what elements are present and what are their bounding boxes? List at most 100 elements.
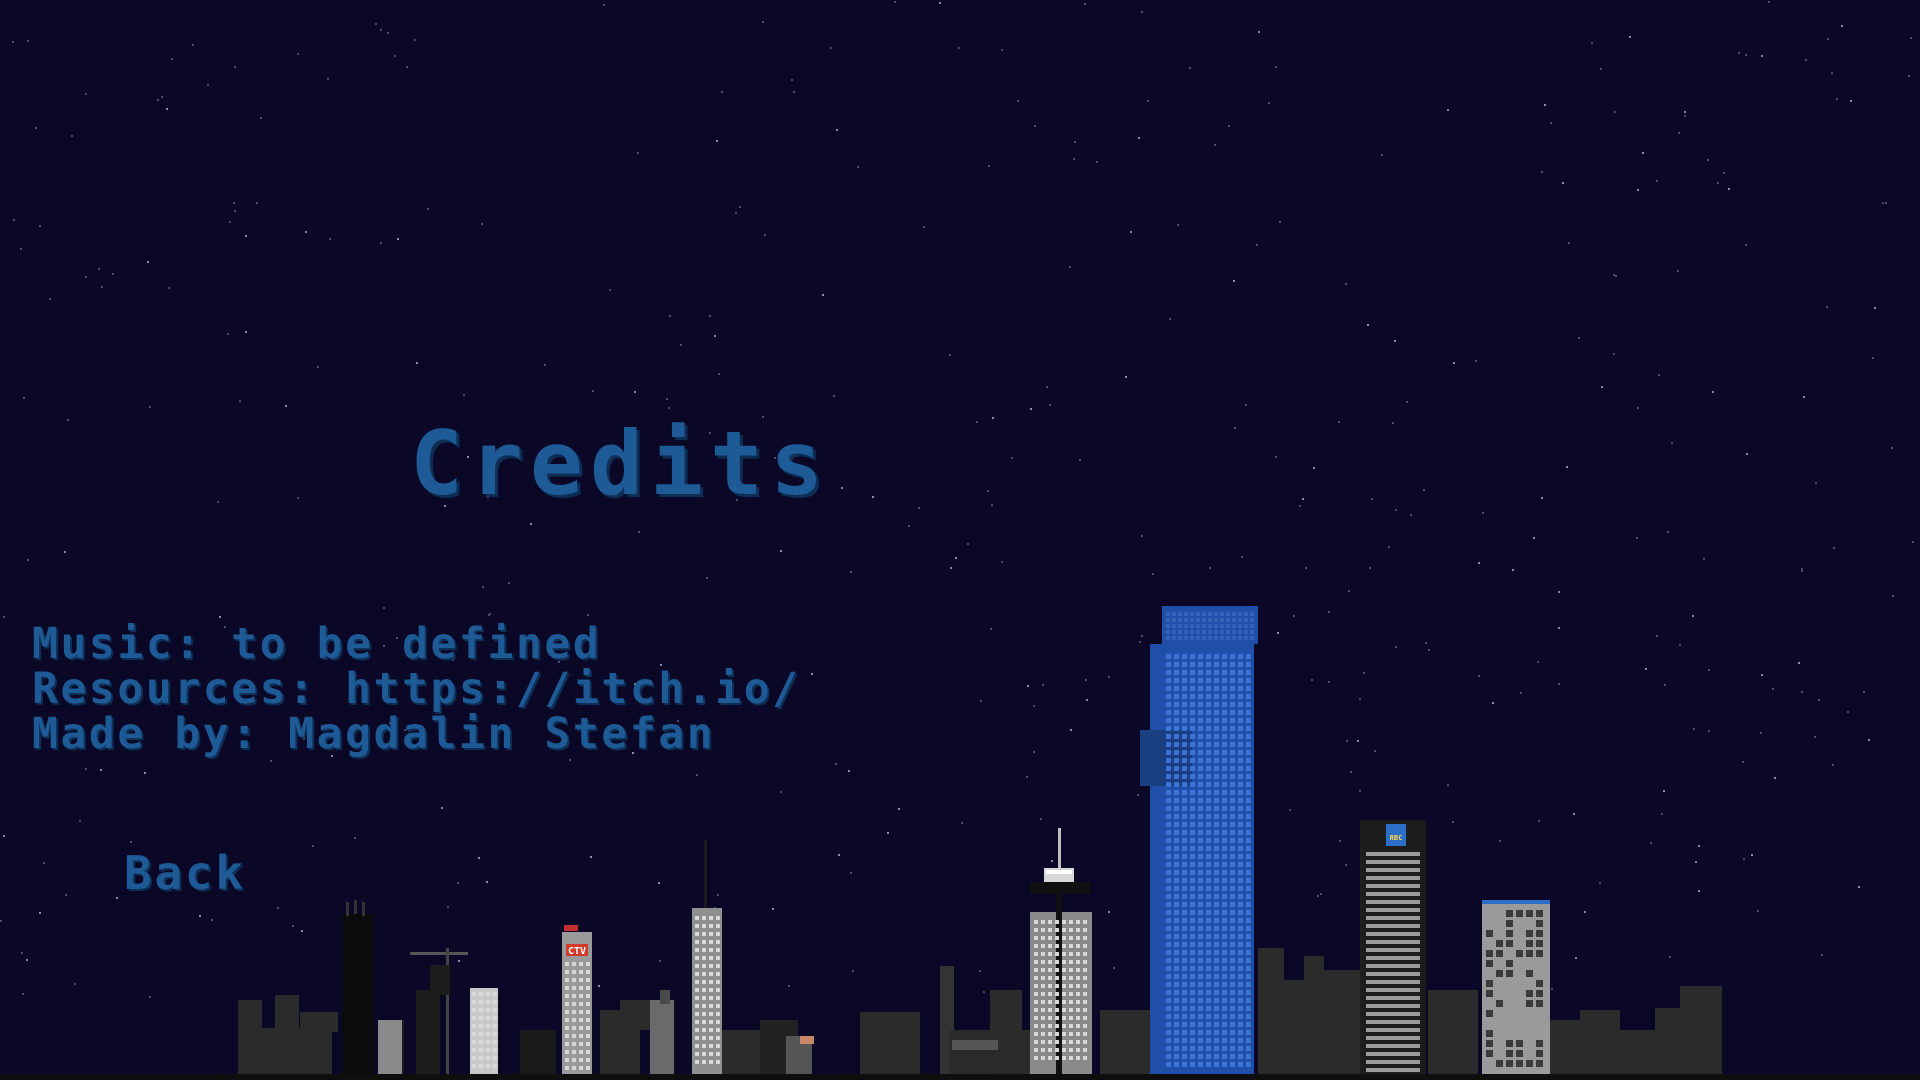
- tower-window: [1214, 726, 1219, 731]
- tower-window: [1174, 838, 1179, 843]
- tower-window: [1182, 798, 1187, 803]
- building-window: [695, 948, 699, 952]
- building-window: [709, 988, 713, 992]
- building-window: [1048, 1008, 1052, 1012]
- tower-crown-window: [1226, 624, 1230, 628]
- rbc-window-row: [1366, 972, 1420, 976]
- building-window: [716, 1028, 720, 1032]
- tower-window: [1166, 806, 1171, 811]
- tower-crown-window: [1220, 636, 1224, 640]
- tower-window: [1238, 854, 1243, 859]
- building-window: [695, 980, 699, 984]
- tower-window: [1166, 910, 1171, 915]
- building-window: [702, 940, 706, 944]
- tower-window: [1214, 1014, 1219, 1019]
- tower-window: [1214, 846, 1219, 851]
- gray-tower-window: [1506, 960, 1513, 967]
- tower-window: [1214, 710, 1219, 715]
- tower-window: [1230, 1054, 1235, 1059]
- tower-window: [1166, 1022, 1171, 1027]
- building-window: [709, 1060, 713, 1064]
- tower-crown-window: [1250, 618, 1254, 622]
- building-window: [695, 956, 699, 960]
- tower-window: [1182, 806, 1187, 811]
- building-window: [1062, 992, 1066, 996]
- building-window: [572, 986, 576, 990]
- gray-tower-window: [1506, 1040, 1513, 1047]
- tower-window: [1230, 894, 1235, 899]
- rbc-window-row: [1366, 900, 1420, 904]
- tower-window: [1230, 742, 1235, 747]
- tower-window: [1174, 910, 1179, 915]
- tower-crown-window: [1172, 624, 1176, 628]
- gray-tower-window: [1536, 1050, 1543, 1057]
- tower-window: [1174, 678, 1179, 683]
- tower-window: [1182, 686, 1187, 691]
- building-window: [1041, 1048, 1045, 1052]
- tower-window: [1174, 822, 1179, 827]
- gray-tower-window: [1536, 1060, 1543, 1067]
- tower-window: [1222, 662, 1227, 667]
- gray-tower-window: [1506, 930, 1513, 937]
- tower-window: [1230, 838, 1235, 843]
- tower-window: [1246, 942, 1251, 947]
- tower-window: [1182, 838, 1187, 843]
- rbc-window-row: [1366, 1036, 1420, 1040]
- tower-window: [1190, 886, 1195, 891]
- tower-window: [1198, 798, 1203, 803]
- building-window: [493, 1032, 497, 1036]
- tower-window: [1174, 798, 1179, 803]
- tower-window: [1190, 1006, 1195, 1011]
- tower-window: [1166, 654, 1171, 659]
- tower-window: [1182, 702, 1187, 707]
- tower-crown-window: [1202, 624, 1206, 628]
- tower-crown-window: [1178, 612, 1182, 616]
- tower-window: [1166, 782, 1171, 787]
- building-window: [702, 932, 706, 936]
- building-window: [1076, 928, 1080, 932]
- tower-window: [1230, 862, 1235, 867]
- tower-window: [1206, 966, 1211, 971]
- rbc-window-row: [1366, 1004, 1420, 1008]
- rbc-window-row: [1366, 1060, 1420, 1064]
- tower-window: [1246, 1022, 1251, 1027]
- gray-tower-window: [1516, 910, 1523, 917]
- tower-window: [1214, 998, 1219, 1003]
- tower-window: [1198, 710, 1203, 715]
- building-window: [716, 932, 720, 936]
- tower-window: [1238, 878, 1243, 883]
- building-window: [486, 1040, 490, 1044]
- tower-window: [1198, 862, 1203, 867]
- tower-window: [1230, 694, 1235, 699]
- tower-window: [1182, 894, 1187, 899]
- tower-window: [1174, 702, 1179, 707]
- building-window: [716, 956, 720, 960]
- tower-window: [1238, 670, 1243, 675]
- tower-window: [1206, 790, 1211, 795]
- tower-window: [1182, 990, 1187, 995]
- tower-crown-window: [1250, 630, 1254, 634]
- building-window: [1076, 960, 1080, 964]
- tower-window: [1190, 918, 1195, 923]
- tower-window: [1198, 654, 1203, 659]
- building-window: [1048, 960, 1052, 964]
- building-window: [716, 924, 720, 928]
- tower-window: [1230, 958, 1235, 963]
- tower-window: [1182, 846, 1187, 851]
- tower-window: [1214, 942, 1219, 947]
- tower-window: [1238, 710, 1243, 715]
- tower-window: [1214, 918, 1219, 923]
- building-window: [709, 980, 713, 984]
- gray-tower-window: [1496, 940, 1503, 947]
- building-window: [1069, 1056, 1073, 1060]
- tower-window: [1206, 798, 1211, 803]
- tower-window: [1206, 918, 1211, 923]
- tower-window: [1230, 998, 1235, 1003]
- building-window: [1062, 1040, 1066, 1044]
- tower-window: [1206, 926, 1211, 931]
- building-window: [486, 1024, 490, 1028]
- tower-window: [1166, 846, 1171, 851]
- building-window: [586, 1058, 590, 1062]
- tower-window: [1238, 1006, 1243, 1011]
- tower-window: [1190, 742, 1195, 747]
